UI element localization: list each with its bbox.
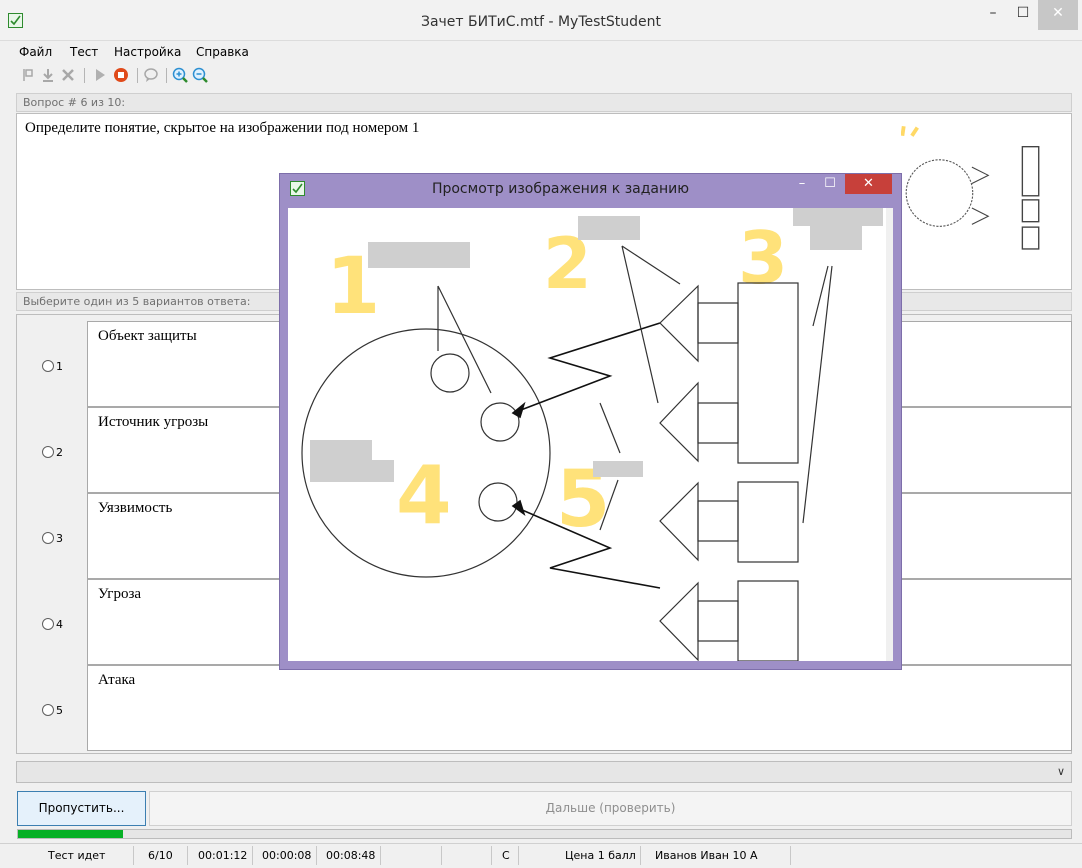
label-4: 4 (396, 449, 452, 542)
hidden-term-blocks (310, 208, 883, 482)
question-image-thumbnail[interactable] (900, 118, 1066, 258)
status-counter: 6/10 (148, 849, 173, 862)
status-mode: С (502, 849, 510, 862)
window-titlebar: Зачет БИТиС.mtf - MyTestStudent – ☐ ✕ (0, 0, 1082, 41)
menu-file[interactable]: Файл (19, 45, 52, 59)
status-state: Тест идет (48, 849, 106, 862)
status-student: Иванов Иван 10 А (655, 849, 758, 862)
answer-radio-5[interactable]: 5 (42, 703, 63, 719)
menu-settings[interactable]: Настройка (114, 45, 181, 59)
progress-fill (18, 830, 124, 838)
chevron-down-icon[interactable]: ∨ (1057, 765, 1065, 778)
status-price: Цена 1 балл (565, 849, 636, 862)
menu-bar: Файл Тест Настройка Справка (0, 41, 1082, 63)
window-title: Зачет БИТиС.mtf - MyTestStudent (420, 14, 662, 30)
answer-radio-1[interactable]: 1 (42, 359, 63, 375)
zoom-in-icon[interactable] (172, 67, 188, 83)
threat-sources-diagram (599, 245, 833, 662)
menu-test[interactable]: Тест (70, 45, 98, 59)
skip-button[interactable]: Пропустить... (17, 791, 146, 826)
dialog-minimize-button[interactable]: – (790, 176, 814, 191)
test-progress-bar (17, 829, 1072, 839)
status-time-elapsed: 00:01:12 (198, 849, 248, 862)
download-icon[interactable] (40, 67, 56, 83)
answer-radio-3[interactable]: 3 (42, 531, 63, 547)
maximize-button[interactable]: ☐ (1008, 0, 1038, 30)
toolbar (0, 63, 1082, 89)
label-3: 3 (738, 216, 788, 300)
status-time-remaining: 00:08:48 (326, 849, 376, 862)
menu-help[interactable]: Справка (196, 45, 249, 59)
image-preview-dialog: Просмотр изображения к заданию – ☐ ✕ 1 2… (279, 173, 902, 670)
status-time-question: 00:00:08 (262, 849, 312, 862)
cancel-icon[interactable] (60, 67, 76, 83)
answer-combo[interactable]: ∨ (16, 761, 1072, 783)
answer-option[interactable]: Атака (87, 665, 1072, 751)
stop-icon[interactable] (113, 67, 129, 83)
dialog-close-button[interactable]: ✕ (845, 174, 892, 194)
minimize-button[interactable]: – (978, 0, 1008, 30)
next-check-button[interactable]: Дальше (проверить) (149, 791, 1072, 826)
answer-radio-4[interactable]: 4 (42, 617, 63, 633)
comment-icon[interactable] (143, 67, 159, 83)
question-header: Вопрос # 6 из 10: (16, 93, 1072, 112)
flag-icon[interactable] (20, 67, 36, 83)
dialog-maximize-button[interactable]: ☐ (818, 176, 842, 191)
status-bar: Тест идет 6/10 00:01:12 00:00:08 00:08:4… (0, 843, 1082, 868)
zoom-out-icon[interactable] (192, 67, 208, 83)
play-icon[interactable] (92, 67, 108, 83)
close-button[interactable]: ✕ (1038, 0, 1078, 30)
task-image-canvas: 1 2 3 4 5 (288, 208, 893, 662)
question-text: Определите понятие, скрытое на изображен… (25, 120, 420, 136)
answer-radio-2[interactable]: 2 (42, 445, 63, 461)
dialog-title: Просмотр изображения к заданию (431, 181, 690, 197)
